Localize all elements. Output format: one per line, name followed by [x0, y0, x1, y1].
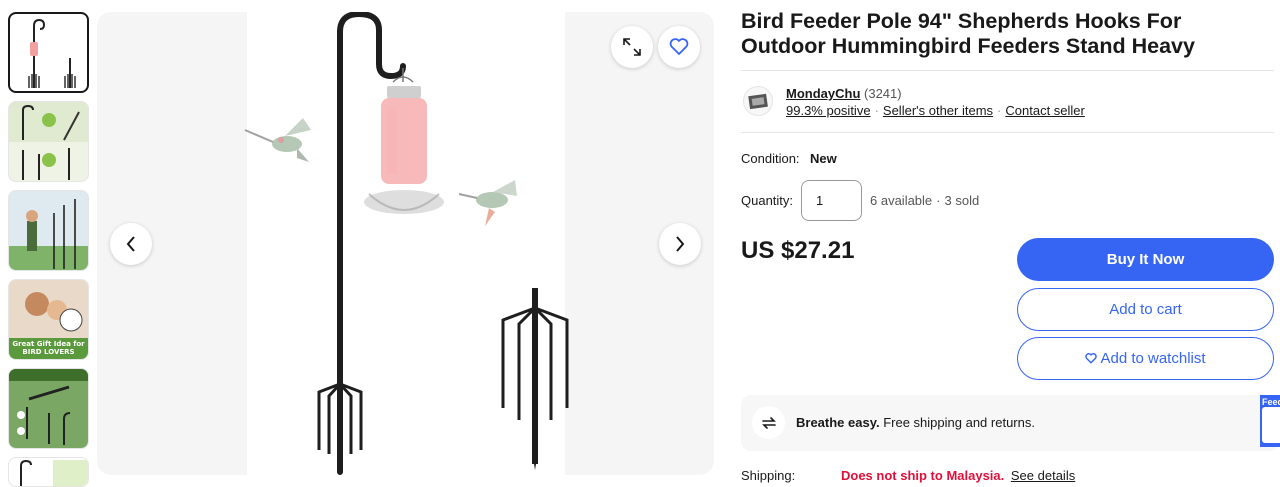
thumbnail-strip: Great Gift Idea for BIRD LOVERS — [8, 12, 90, 487]
previous-image-button[interactable] — [110, 223, 152, 265]
see-details-link[interactable]: See details — [1011, 468, 1075, 483]
divider — [741, 132, 1274, 133]
seller-feedback-count: (3241) — [864, 86, 902, 101]
feedback-tab-label: Feed — [1262, 397, 1280, 407]
add-to-watchlist-button[interactable]: Add to watchlist — [1017, 337, 1274, 380]
shipping-warning: Does not ship to Malaysia. — [841, 468, 1005, 483]
thumbnail-1[interactable] — [8, 12, 89, 93]
quantity-input[interactable]: 1 — [801, 180, 862, 221]
thumbnail-3[interactable] — [8, 190, 89, 271]
banner-text: Breathe easy. Free shipping and returns. — [796, 415, 1035, 430]
chevron-left-icon — [126, 236, 135, 252]
expand-icon — [623, 38, 641, 56]
expand-button[interactable] — [611, 26, 653, 68]
buy-it-now-button[interactable]: Buy It Now — [1017, 238, 1274, 281]
chevron-right-icon — [676, 236, 685, 252]
seller-logo-icon — [748, 93, 768, 110]
thumbnail-5[interactable] — [8, 368, 89, 449]
availability: 6 available · 3 sold — [870, 193, 980, 208]
contact-seller-link[interactable]: Contact seller — [1005, 103, 1084, 118]
thumbnail-6[interactable] — [8, 457, 89, 487]
seller-name-link[interactable]: MondayChu — [786, 86, 860, 101]
condition-value: New — [810, 151, 837, 166]
heart-icon — [669, 38, 689, 55]
banner-message: Free shipping and returns. — [883, 415, 1035, 430]
divider — [741, 70, 1274, 71]
product-title: Bird Feeder Pole 94" Shepherds Hooks For… — [741, 9, 1195, 58]
returns-icon-wrap — [752, 406, 785, 439]
quantity-value: 1 — [816, 193, 824, 208]
seller-logo[interactable] — [743, 86, 773, 116]
available-count: 6 available — [870, 193, 933, 208]
condition-label: Condition: — [741, 151, 800, 166]
main-image-gallery[interactable] — [97, 12, 714, 475]
price: US $27.21 — [741, 237, 855, 264]
thumbnail-2[interactable] — [8, 101, 89, 182]
feedback-tab[interactable]: Feed — [1260, 395, 1280, 447]
heart-icon — [1085, 353, 1098, 364]
sold-count: 3 sold — [944, 193, 980, 208]
add-to-cart-button[interactable]: Add to cart — [1017, 288, 1274, 331]
product-image-drawing — [244, 12, 569, 475]
free-shipping-banner: Breathe easy. Free shipping and returns. — [741, 395, 1280, 451]
thumbnail-4[interactable]: Great Gift Idea for BIRD LOVERS — [8, 279, 89, 360]
shipping-value: Does not ship to Malaysia. See details — [841, 468, 1075, 483]
returns-icon — [761, 416, 776, 429]
seller-links: 99.3% positive · Seller's other items · Cont… — [786, 103, 1085, 118]
seller-feedback-link[interactable]: 99.3% positive — [786, 103, 871, 118]
banner-bold: Breathe easy. — [796, 415, 880, 430]
watchlist-heart-button[interactable] — [658, 26, 700, 68]
next-image-button[interactable] — [659, 223, 701, 265]
add-to-watchlist-label: Add to watchlist — [1100, 350, 1206, 367]
shipping-label: Shipping: — [741, 468, 796, 483]
seller-info: MondayChu (3241) — [786, 86, 902, 101]
seller-other-items-link[interactable]: Seller's other items — [883, 103, 993, 118]
thumbnail-caption: Great Gift Idea for BIRD LOVERS — [12, 340, 85, 356]
quantity-label: Quantity: — [741, 193, 794, 208]
